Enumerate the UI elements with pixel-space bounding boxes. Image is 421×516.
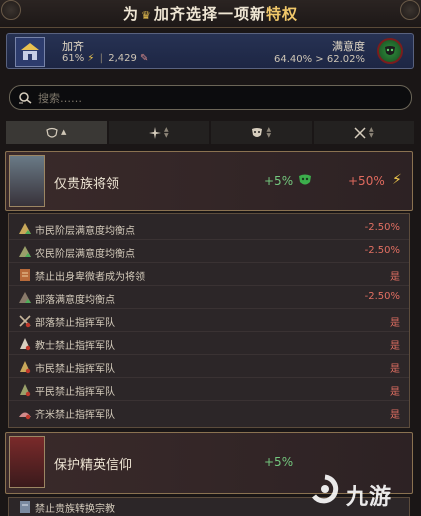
- influence-change: +50%: [348, 174, 385, 188]
- title-bar: 为 ♛ 加齐选择一项新特权: [0, 0, 421, 28]
- scroll-icon: [20, 269, 30, 281]
- close-button[interactable]: [400, 0, 420, 20]
- list-item: 教士禁止指挥军队 是: [9, 333, 409, 355]
- sort-toggle-icon: ▲ ▼: [266, 125, 272, 139]
- list-item: 齐米禁止指挥军队 是: [9, 402, 409, 424]
- estate-stats: 61% ⚡ | 2,429 ✎: [62, 53, 149, 64]
- crossed-swords-icon: [20, 338, 31, 351]
- estate-emblem-icon: [15, 37, 45, 67]
- sort-by-military-tab[interactable]: ▲ ▼: [313, 121, 414, 144]
- mask-icon: [252, 127, 263, 137]
- star-burst-icon: [148, 126, 161, 139]
- privilege-effects-list: 市民阶层满意度均衡点 -2.50% 农民阶层满意度均衡点 -2.50% 禁止出身…: [8, 213, 410, 428]
- mask-sort-icon: [46, 127, 58, 138]
- sort-by-mask-tab[interactable]: ▲: [6, 121, 107, 144]
- crossed-swords-icon: [20, 361, 31, 374]
- search-box[interactable]: [9, 85, 412, 110]
- privilege-portrait: [9, 155, 45, 207]
- scroll-icon: [20, 501, 30, 513]
- sort-up-icon: ▲: [61, 128, 67, 136]
- privilege-portrait: [9, 436, 45, 488]
- satisfaction-values: 64.40% > 62.02%: [274, 54, 365, 65]
- satisfaction-gain: +5%: [264, 455, 294, 469]
- influence-value: 61%: [62, 53, 85, 64]
- list-item: 农民阶层满意度均衡点 -2.50%: [9, 241, 409, 263]
- list-item: 部落禁止指挥军队 是: [9, 310, 409, 332]
- satisfaction-label: 满意度: [332, 40, 365, 53]
- list-item: 部落满意度均衡点 -2.50%: [9, 287, 409, 309]
- list-item: 市民阶层满意度均衡点 -2.50%: [9, 218, 409, 240]
- crossed-swords-icon: [354, 126, 366, 139]
- crossed-swords-icon: [20, 384, 31, 397]
- tier-up-icon: [19, 223, 31, 234]
- influence-bolt-icon: ⚡: [392, 172, 402, 188]
- estate-name: 加齐: [62, 40, 84, 53]
- list-item: 平民禁止指挥军队 是: [9, 379, 409, 401]
- search-icon: [19, 92, 32, 104]
- green-mask-icon: [299, 174, 311, 185]
- list-item: 禁止出身卑微者成为将领 是: [9, 264, 409, 286]
- sort-toggle-icon: ▲ ▼: [368, 125, 374, 139]
- search-input[interactable]: [38, 89, 398, 107]
- watermark-logo: 九游: [308, 470, 418, 514]
- privilege-name: 仅贵族将领: [54, 177, 120, 192]
- crossed-swords-icon: [19, 412, 31, 420]
- privilege-name: 保护精英信仰: [54, 458, 133, 473]
- crossed-swords-icon: [19, 315, 31, 328]
- tier-up-icon: [19, 246, 31, 257]
- sort-toggle-icon: ▲ ▼: [163, 125, 169, 139]
- land-value: 2,429: [108, 53, 137, 64]
- influence-icon: ⚡: [87, 53, 95, 64]
- crown-icon: ♛: [141, 9, 152, 22]
- sort-by-influence-tab[interactable]: ▲ ▼: [108, 121, 209, 144]
- estate-summary: 加齐 61% ⚡ | 2,429 ✎ 满意度 64.40% > 62.02%: [6, 33, 414, 69]
- sort-by-satisfaction-tab[interactable]: ▲ ▼: [211, 121, 312, 144]
- land-icon: ✎: [140, 53, 149, 64]
- sort-bar: ▲ ▲ ▼ ▲ ▼ ▲ ▼: [6, 121, 414, 144]
- tier-up-icon: [19, 292, 31, 303]
- satisfaction-gain: +5%: [264, 174, 294, 188]
- list-item: 市民禁止指挥军队 是: [9, 356, 409, 378]
- privilege-card[interactable]: 仅贵族将领 +5% +50% ⚡: [5, 151, 413, 211]
- page-title: 为 ♛ 加齐选择一项新特权: [123, 5, 298, 23]
- satisfaction-mask-icon: [377, 38, 403, 64]
- nine-game-logo-icon: [311, 474, 339, 504]
